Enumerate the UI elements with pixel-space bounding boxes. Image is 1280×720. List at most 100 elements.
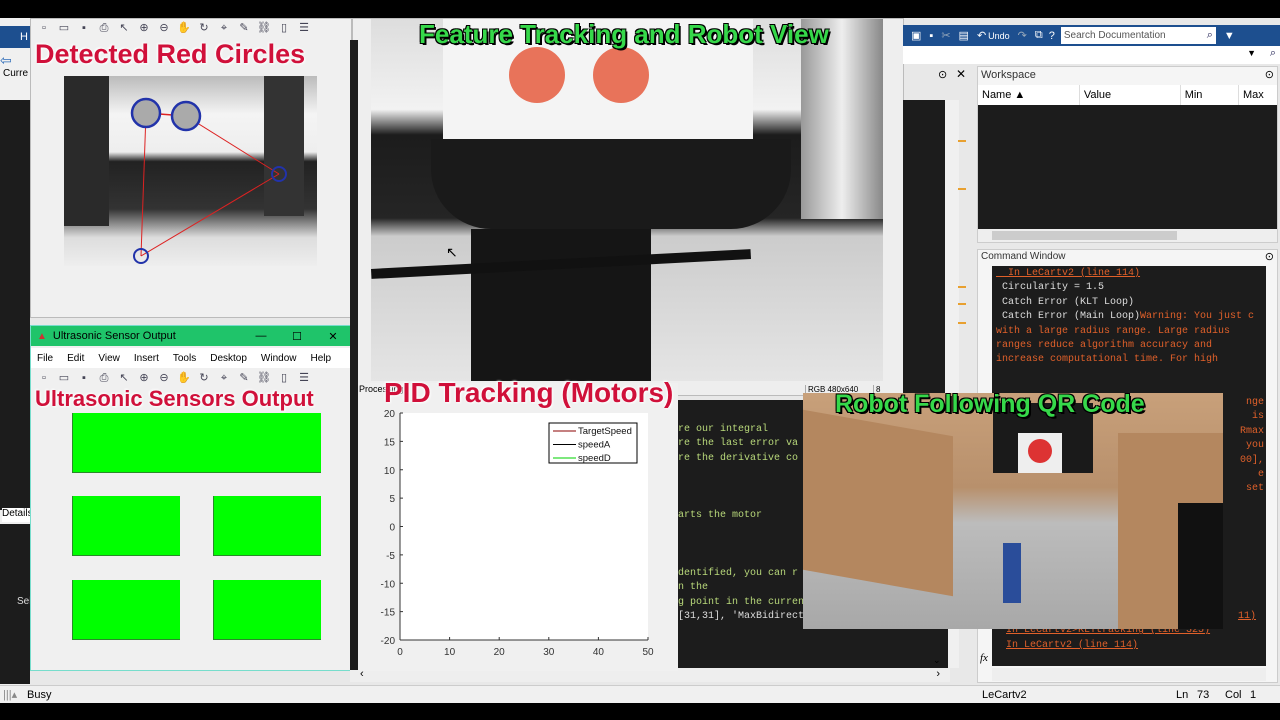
matlab-logo-icon: ▲ [37, 330, 47, 342]
figure-title: PID Tracking (Motors) [384, 377, 674, 408]
colorbar-icon[interactable]: ▯ [277, 21, 291, 35]
x-tick-label: 10 [444, 647, 456, 658]
x-tick-label: 50 [642, 647, 654, 658]
print-icon[interactable]: ⎙ [97, 21, 111, 35]
close-button[interactable]: ✕ [315, 330, 351, 343]
sensor-left-front [72, 496, 180, 556]
zoom-in-icon[interactable]: ⊕ [137, 371, 151, 385]
stack-trace-link[interactable]: In LeCartv2 (line 114) [1006, 639, 1256, 653]
y-tick-label: 10 [384, 466, 396, 477]
link-icon[interactable]: ⛓ [257, 21, 271, 35]
panel-close-icon[interactable]: ✕ [956, 67, 966, 81]
open-icon[interactable]: ▭ [57, 21, 71, 35]
save-icon[interactable]: ▪ [77, 371, 91, 385]
zoom-in-icon[interactable]: ⊕ [137, 21, 151, 35]
pointer-icon[interactable]: ↖ [117, 371, 131, 385]
search-documentation-input[interactable]: Search Documentation ⌕ [1060, 27, 1216, 44]
line-text: Circularity = 1.5 [996, 282, 1105, 294]
back-arrow-icon[interactable]: ⇦ [0, 52, 12, 69]
sensor-front [72, 413, 321, 473]
brush-icon[interactable]: ✎ [237, 21, 251, 35]
rotate-icon[interactable]: ↻ [197, 21, 211, 35]
fx-icon[interactable]: fx [980, 652, 988, 664]
datacursor-icon[interactable]: ⌖ [217, 21, 231, 35]
menu-file[interactable]: File [31, 353, 59, 364]
menu-window[interactable]: Window [253, 353, 303, 364]
col-min[interactable]: Min [1179, 85, 1238, 105]
new-icon[interactable]: ▫ [37, 371, 51, 385]
print-icon[interactable]: ⎙ [97, 371, 111, 385]
detection-overlay [64, 76, 304, 264]
save-icon[interactable]: ▪ [929, 30, 933, 42]
x-tick-label: 20 [494, 647, 506, 658]
details-label[interactable]: Details [2, 508, 33, 522]
editor-gutter [350, 40, 358, 670]
address-bar[interactable]: ▼ ⌕ [903, 46, 1280, 64]
code-analyzer-mark[interactable] [958, 140, 966, 142]
datacursor-icon[interactable]: ⌖ [217, 371, 231, 385]
redo-icon[interactable]: ↷ [1018, 29, 1027, 42]
command-output-line: with a large radius range. Large radius [996, 325, 1254, 339]
y-tick-label: -20 [381, 636, 396, 647]
zoom-out-icon[interactable]: ⊖ [157, 371, 171, 385]
save-icon[interactable]: ▪ [77, 21, 91, 35]
menu-insert[interactable]: Insert [126, 353, 165, 364]
menu-view[interactable]: View [90, 353, 126, 364]
line-text: ranges reduce algorithm accuracy and [996, 340, 1213, 352]
current-folder-label: Curre [3, 68, 29, 79]
menu-bar: File Edit View Insert Tools Desktop Window Help [31, 348, 351, 368]
rotate-icon[interactable]: ↻ [197, 371, 211, 385]
dropdown-icon[interactable]: ▼ [1247, 48, 1256, 58]
col-name[interactable]: Name ▲ [978, 85, 1079, 105]
new-icon[interactable]: ▫ [37, 21, 51, 35]
panel-options-icon[interactable]: ⊙ [938, 68, 947, 81]
menu-edit[interactable]: Edit [59, 353, 90, 364]
workspace-header: Name ▲ Value Min Max [978, 85, 1277, 105]
open-icon[interactable]: ▭ [57, 371, 71, 385]
menu-tools[interactable]: Tools [165, 353, 202, 364]
y-tick-label: -10 [381, 579, 396, 590]
menu-desktop[interactable]: Desktop [202, 353, 253, 364]
brush-icon[interactable]: ✎ [237, 371, 251, 385]
code-analyzer-mark[interactable] [958, 286, 966, 288]
undo-button[interactable]: Undo [988, 31, 1010, 41]
menu-help[interactable]: Help [303, 353, 338, 364]
pan-icon[interactable]: ✋ [177, 21, 191, 35]
help-icon[interactable]: ? [1049, 30, 1055, 42]
maximize-button[interactable]: ☐ [279, 330, 315, 343]
zoom-out-icon[interactable]: ⊖ [157, 21, 171, 35]
scroll-down-icon[interactable]: ⌄ [933, 655, 941, 666]
legend-label: speedD [578, 453, 611, 464]
filter-icon[interactable]: ▼ [1224, 30, 1235, 42]
y-tick-label: 20 [384, 409, 396, 420]
legend-icon[interactable]: ☰ [297, 21, 311, 35]
new-script-icon[interactable]: ▣ [911, 29, 921, 42]
figure-ultrasonic: ▲ Ultrasonic Sensor Output — ☐ ✕ File Edi… [30, 325, 352, 671]
warning-fragment: e [1257, 469, 1264, 481]
cut-icon[interactable]: ✂ [941, 29, 950, 42]
workspace-title: Workspace [981, 69, 1036, 81]
command-window-options-icon[interactable]: ⊙ [1265, 250, 1274, 263]
line-text[interactable]: In LeCartv2 (line 114) [996, 268, 1140, 279]
home-tab[interactable]: H [0, 26, 30, 48]
switch-windows-icon[interactable]: ⧉ [1035, 29, 1043, 42]
minimize-button[interactable]: — [243, 330, 279, 342]
workspace-options-icon[interactable]: ⊙ [1265, 68, 1274, 81]
figure-toolbar: ▫ ▭ ▪ ⎙ ↖ ⊕ ⊖ ✋ ↻ ⌖ ✎ ⛓ ▯ ☰ [31, 19, 351, 36]
search-folder-icon[interactable]: ⌕ [1270, 47, 1276, 60]
paste-icon[interactable]: ▤ [959, 29, 969, 42]
col-value[interactable]: Value [1078, 85, 1180, 105]
col-max[interactable]: Max [1238, 85, 1277, 105]
scroll-right-icon[interactable]: › [936, 668, 940, 680]
code-analyzer-mark[interactable] [958, 322, 966, 324]
workspace-hscrollbar[interactable] [978, 229, 1277, 242]
code-analyzer-mark[interactable] [958, 188, 966, 190]
undo-icon[interactable]: ↶ [977, 29, 986, 42]
pointer-icon[interactable]: ↖ [117, 21, 131, 35]
pan-icon[interactable]: ✋ [177, 371, 191, 385]
colorbar-icon[interactable]: ▯ [277, 371, 291, 385]
command-window-hscrollbar[interactable] [992, 668, 1266, 681]
link-icon[interactable]: ⛓ [257, 371, 271, 385]
code-analyzer-mark[interactable] [958, 303, 966, 305]
legend-icon[interactable]: ☰ [297, 371, 311, 385]
